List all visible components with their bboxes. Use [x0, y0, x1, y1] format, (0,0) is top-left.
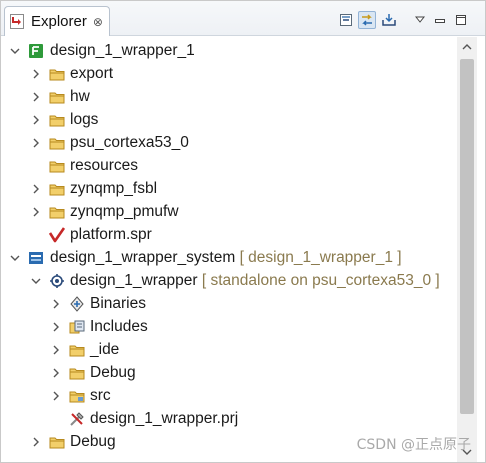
chevron-right-icon[interactable]	[50, 344, 62, 356]
tree-item-label: design_1_wrapper_system [ design_1_wrapp…	[50, 249, 402, 267]
chevron-down-icon[interactable]	[9, 252, 21, 264]
folder-icon	[49, 135, 65, 151]
chevron-right-icon[interactable]	[30, 91, 42, 103]
system-project-decoration: [ design_1_wrapper_1 ]	[239, 248, 402, 266]
tree-item-label: design_1_wrapper.prj	[90, 409, 239, 427]
tree-item-psu-cortexa53[interactable]: psu_cortexa53_0	[1, 131, 457, 154]
tree-item-resources[interactable]: resources	[1, 154, 457, 177]
folder-icon	[49, 112, 65, 128]
folder-icon	[49, 204, 65, 220]
chevron-right-icon[interactable]	[30, 206, 42, 218]
tree-item-binaries[interactable]: Binaries	[1, 292, 457, 315]
tree-item-application-project[interactable]: design_1_wrapper [ standalone on psu_cor…	[1, 269, 457, 292]
includes-icon	[69, 319, 85, 335]
tree-item-label: src	[90, 386, 111, 404]
tree-item-ide[interactable]: _ide	[1, 338, 457, 361]
explorer-icon	[9, 13, 27, 31]
watermark: CSDN @正点原子	[356, 437, 471, 453]
view-header: Explorer ⊗	[1, 1, 485, 36]
chevron-right-icon[interactable]	[30, 183, 42, 195]
tree-item-label: Debug	[70, 432, 116, 450]
tree-item-platform-project[interactable]: design_1_wrapper_1	[1, 39, 457, 62]
scroll-up-icon[interactable]	[457, 37, 477, 57]
application-project-decoration: [ standalone on psu_cortexa53_0 ]	[201, 271, 440, 289]
tree-item-label: _ide	[90, 340, 120, 358]
tree-item-label: design_1_wrapper [ standalone on psu_cor…	[70, 272, 440, 290]
chevron-right-icon[interactable]	[30, 68, 42, 80]
tree-item-platform-spr[interactable]: platform.spr	[1, 223, 457, 246]
folder-icon	[69, 365, 85, 381]
tree-item-prj-file[interactable]: design_1_wrapper.prj	[1, 407, 457, 430]
chevron-right-icon[interactable]	[50, 298, 62, 310]
collapse-all-icon[interactable]	[337, 11, 355, 29]
tree-item-label: Includes	[90, 317, 148, 335]
platform-project-icon	[28, 43, 44, 59]
system-project-icon	[28, 250, 44, 266]
tree-item-label: design_1_wrapper_1	[50, 41, 195, 59]
tree-item-hw[interactable]: hw	[1, 85, 457, 108]
tree-item-includes[interactable]: Includes	[1, 315, 457, 338]
chevron-right-icon[interactable]	[30, 436, 42, 448]
tree-item-zynqmp-pmufw[interactable]: zynqmp_pmufw	[1, 200, 457, 223]
folder-icon	[49, 158, 65, 174]
system-project-name: design_1_wrapper_system	[50, 248, 236, 266]
chevron-down-icon[interactable]	[30, 275, 42, 287]
folder-icon	[49, 434, 65, 450]
tree-item-label: Debug	[90, 363, 136, 381]
prj-file-icon	[69, 411, 85, 427]
tree-item-label: zynqmp_fsbl	[70, 179, 158, 197]
tree-item-label: Binaries	[90, 294, 146, 312]
chevron-right-icon[interactable]	[50, 367, 62, 379]
project-tree: design_1_wrapper_1 export hw logs psu_co…	[1, 37, 457, 462]
binaries-icon	[69, 295, 85, 312]
tree-item-logs[interactable]: logs	[1, 108, 457, 131]
view-menu-icon[interactable]	[411, 11, 429, 29]
tree-item-label: export	[70, 64, 114, 82]
import-icon[interactable]	[380, 11, 398, 29]
source-folder-icon	[69, 388, 85, 404]
close-icon[interactable]: ⊗	[93, 15, 103, 29]
tree-item-label: hw	[70, 87, 90, 105]
tree-item-label: platform.spr	[70, 225, 152, 243]
folder-icon	[49, 66, 65, 82]
maximize-icon[interactable]	[452, 11, 470, 29]
tree-item-zynqmp-fsbl[interactable]: zynqmp_fsbl	[1, 177, 457, 200]
tree-item-label: logs	[70, 110, 99, 128]
tree-item-label: psu_cortexa53_0	[70, 133, 189, 151]
chevron-right-icon[interactable]	[30, 114, 42, 126]
vertical-scrollbar[interactable]	[457, 37, 477, 462]
tree-item-label: resources	[70, 156, 139, 174]
explorer-view: Explorer ⊗ design_1_wrapper_1 export hw …	[0, 0, 486, 463]
chevron-right-icon[interactable]	[30, 137, 42, 149]
tab-explorer[interactable]: Explorer ⊗	[4, 6, 110, 36]
tree-item-system-project[interactable]: design_1_wrapper_system [ design_1_wrapp…	[1, 246, 457, 269]
platform-spr-file-icon	[49, 226, 65, 243]
chevron-down-icon[interactable]	[9, 45, 21, 57]
tree-item-export[interactable]: export	[1, 62, 457, 85]
tree-item-app-debug[interactable]: Debug	[1, 361, 457, 384]
link-with-editor-icon[interactable]	[358, 11, 376, 29]
folder-icon	[69, 342, 85, 358]
tab-title: Explorer	[31, 13, 87, 30]
folder-icon	[49, 181, 65, 197]
chevron-right-icon[interactable]	[50, 321, 62, 333]
tree-item-label: zynqmp_pmufw	[70, 202, 179, 220]
tree-item-src[interactable]: src	[1, 384, 457, 407]
application-project-name: design_1_wrapper	[70, 271, 198, 289]
folder-icon	[49, 89, 65, 105]
minimize-icon[interactable]	[431, 11, 449, 29]
application-project-icon	[49, 273, 65, 289]
chevron-right-icon[interactable]	[50, 390, 62, 402]
scrollbar-thumb[interactable]	[460, 59, 474, 414]
